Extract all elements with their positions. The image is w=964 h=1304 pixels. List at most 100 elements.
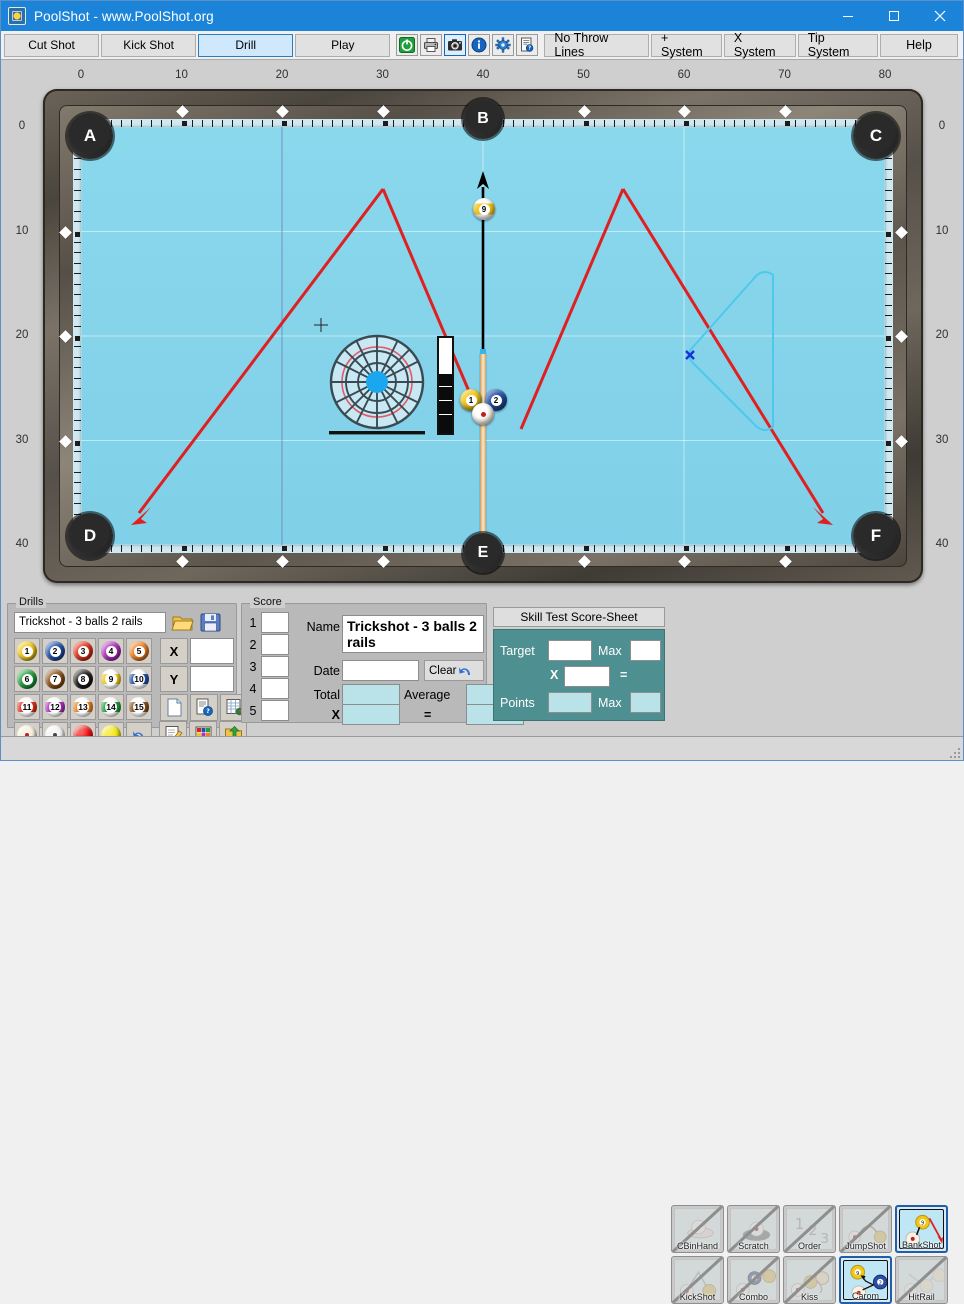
power-icon[interactable] (396, 34, 419, 56)
rail-tick (885, 210, 892, 212)
ball-number: 1 (465, 394, 477, 406)
drill-ball-palette[interactable]: 1 2 3 4 5 6 7 8 9 10 11 12 13 14 15 (14, 638, 154, 750)
resize-grip[interactable] (946, 744, 960, 758)
palette-ball-5[interactable]: 5 (126, 638, 152, 664)
pocket-a[interactable]: A (67, 113, 113, 159)
rail-tick (824, 120, 826, 127)
ball-number: 15 (133, 701, 145, 713)
tab-drill[interactable]: Drill (198, 33, 294, 57)
option-plus-system[interactable]: + System (651, 31, 722, 59)
help-doc-icon[interactable]: ? (516, 34, 539, 56)
rail-tick (372, 120, 374, 127)
x-coord-input[interactable] (190, 638, 234, 664)
score-name-input[interactable]: Trickshot - 3 balls 2 rails (342, 615, 484, 653)
clear-button[interactable]: Clear (424, 660, 484, 681)
rail-tick (422, 120, 424, 127)
option-tip-system[interactable]: Tip System (797, 31, 878, 59)
score-row-input[interactable] (261, 678, 289, 699)
rail-tick (663, 545, 665, 552)
poolshot-window: PoolShot - www.PoolShot.org Cut Shot Kic… (0, 0, 964, 1304)
pool-table-area[interactable]: 9 1 2 A B C D E F 0 10 20 30 40 50 60 70 80 0 10 20 30 40 0 10… (1, 61, 963, 593)
score-row-input[interactable] (261, 612, 289, 633)
palette-ball-13[interactable]: 13 (70, 694, 96, 720)
palette-ball-8[interactable]: 8 (70, 666, 96, 692)
target-max-input[interactable] (630, 640, 661, 661)
rail-tick (302, 120, 304, 127)
palette-ball-15[interactable]: 15 (126, 694, 152, 720)
rail-tick (643, 545, 645, 552)
shot-type-hitrail-button[interactable]: HitRail (895, 1256, 948, 1304)
rail-tick (282, 546, 287, 551)
print-icon[interactable] (420, 34, 443, 56)
english-spin-target[interactable] (324, 332, 430, 438)
ball-9[interactable]: 9 (473, 198, 495, 220)
pocket-b[interactable]: B (463, 99, 503, 139)
shot-type-bankshot-button[interactable]: 9 BankShot (895, 1205, 948, 1253)
rail-tick (834, 545, 836, 552)
score-row-input[interactable] (261, 700, 289, 721)
rail-tick (834, 120, 836, 127)
maximize-button[interactable] (871, 1, 917, 31)
shot-type-kickshot-button[interactable]: KickShot (671, 1256, 724, 1304)
score-row-number: 5 (249, 704, 257, 718)
settings-gear-icon[interactable] (492, 34, 515, 56)
shot-type-jumpshot-button[interactable]: JumpShot (839, 1205, 892, 1253)
palette-ball-11[interactable]: 11 (14, 694, 40, 720)
rail-tick (673, 545, 675, 552)
rail-tick (886, 336, 891, 341)
palette-ball-9[interactable]: 9 (98, 666, 124, 692)
rail-tick (885, 273, 892, 275)
multiply-input[interactable] (564, 666, 610, 687)
shot-type-kiss-button[interactable]: Kiss (783, 1256, 836, 1304)
tab-cut-shot[interactable]: Cut Shot (4, 33, 100, 57)
pocket-f[interactable]: F (853, 513, 899, 559)
shot-type-scratch-button[interactable]: Scratch (727, 1205, 780, 1253)
doc-help-icon[interactable]: ? (190, 694, 218, 721)
shot-type-cbinhand-button[interactable]: CBinHand (671, 1205, 724, 1253)
palette-ball-4[interactable]: 4 (98, 638, 124, 664)
cue-ball[interactable] (472, 403, 494, 425)
score-row-input[interactable] (261, 656, 289, 677)
pocket-d[interactable]: D (67, 513, 113, 559)
close-button[interactable] (917, 1, 963, 31)
y-coord-input[interactable] (190, 666, 234, 692)
palette-ball-10[interactable]: 10 (126, 666, 152, 692)
tab-kick-shot[interactable]: Kick Shot (101, 33, 197, 57)
info-icon[interactable] (468, 34, 491, 56)
palette-ball-1[interactable]: 1 (14, 638, 40, 664)
drill-name-input[interactable]: Trickshot - 3 balls 2 rails (14, 612, 166, 633)
rail-tick (292, 120, 294, 127)
palette-ball-2[interactable]: 2 (42, 638, 68, 664)
palette-ball-6[interactable]: 6 (14, 666, 40, 692)
shot-power-meter[interactable] (437, 336, 454, 435)
pocket-e[interactable]: E (463, 533, 503, 573)
table-cloth[interactable]: 9 1 2 (81, 127, 885, 545)
palette-ball-7[interactable]: 7 (42, 666, 68, 692)
tab-play[interactable]: Play (295, 33, 391, 57)
multiply-label: X (550, 668, 559, 682)
help-button[interactable]: Help (880, 33, 958, 57)
option-no-throw-lines[interactable]: No Throw Lines (544, 31, 650, 59)
palette-ball-12[interactable]: 12 (42, 694, 68, 720)
palette-ball-3[interactable]: 3 (70, 638, 96, 664)
palette-ball-14[interactable]: 14 (98, 694, 124, 720)
rail-tick (74, 450, 81, 452)
option-x-system[interactable]: X System (723, 31, 796, 59)
open-folder-icon[interactable] (171, 611, 195, 634)
rail-tick (553, 545, 555, 552)
new-document-icon[interactable] (160, 694, 188, 721)
minimize-button[interactable] (825, 1, 871, 31)
score-date-input[interactable] (342, 660, 419, 681)
shot-type-carom-button[interactable]: 9 2 Carom (839, 1256, 892, 1304)
cue-stick[interactable] (480, 353, 486, 545)
svg-text:?: ? (528, 46, 531, 52)
camera-icon[interactable] (444, 34, 467, 56)
save-disk-icon[interactable] (199, 611, 223, 634)
pocket-c[interactable]: C (853, 113, 899, 159)
rail-tick (74, 283, 81, 285)
shot-type-order-button[interactable]: 1 2 3 Order (783, 1205, 836, 1253)
date-label: Date (313, 664, 340, 678)
target-input[interactable] (548, 640, 592, 661)
shot-type-combo-button[interactable]: 2Combo (727, 1256, 780, 1304)
score-row-input[interactable] (261, 634, 289, 655)
